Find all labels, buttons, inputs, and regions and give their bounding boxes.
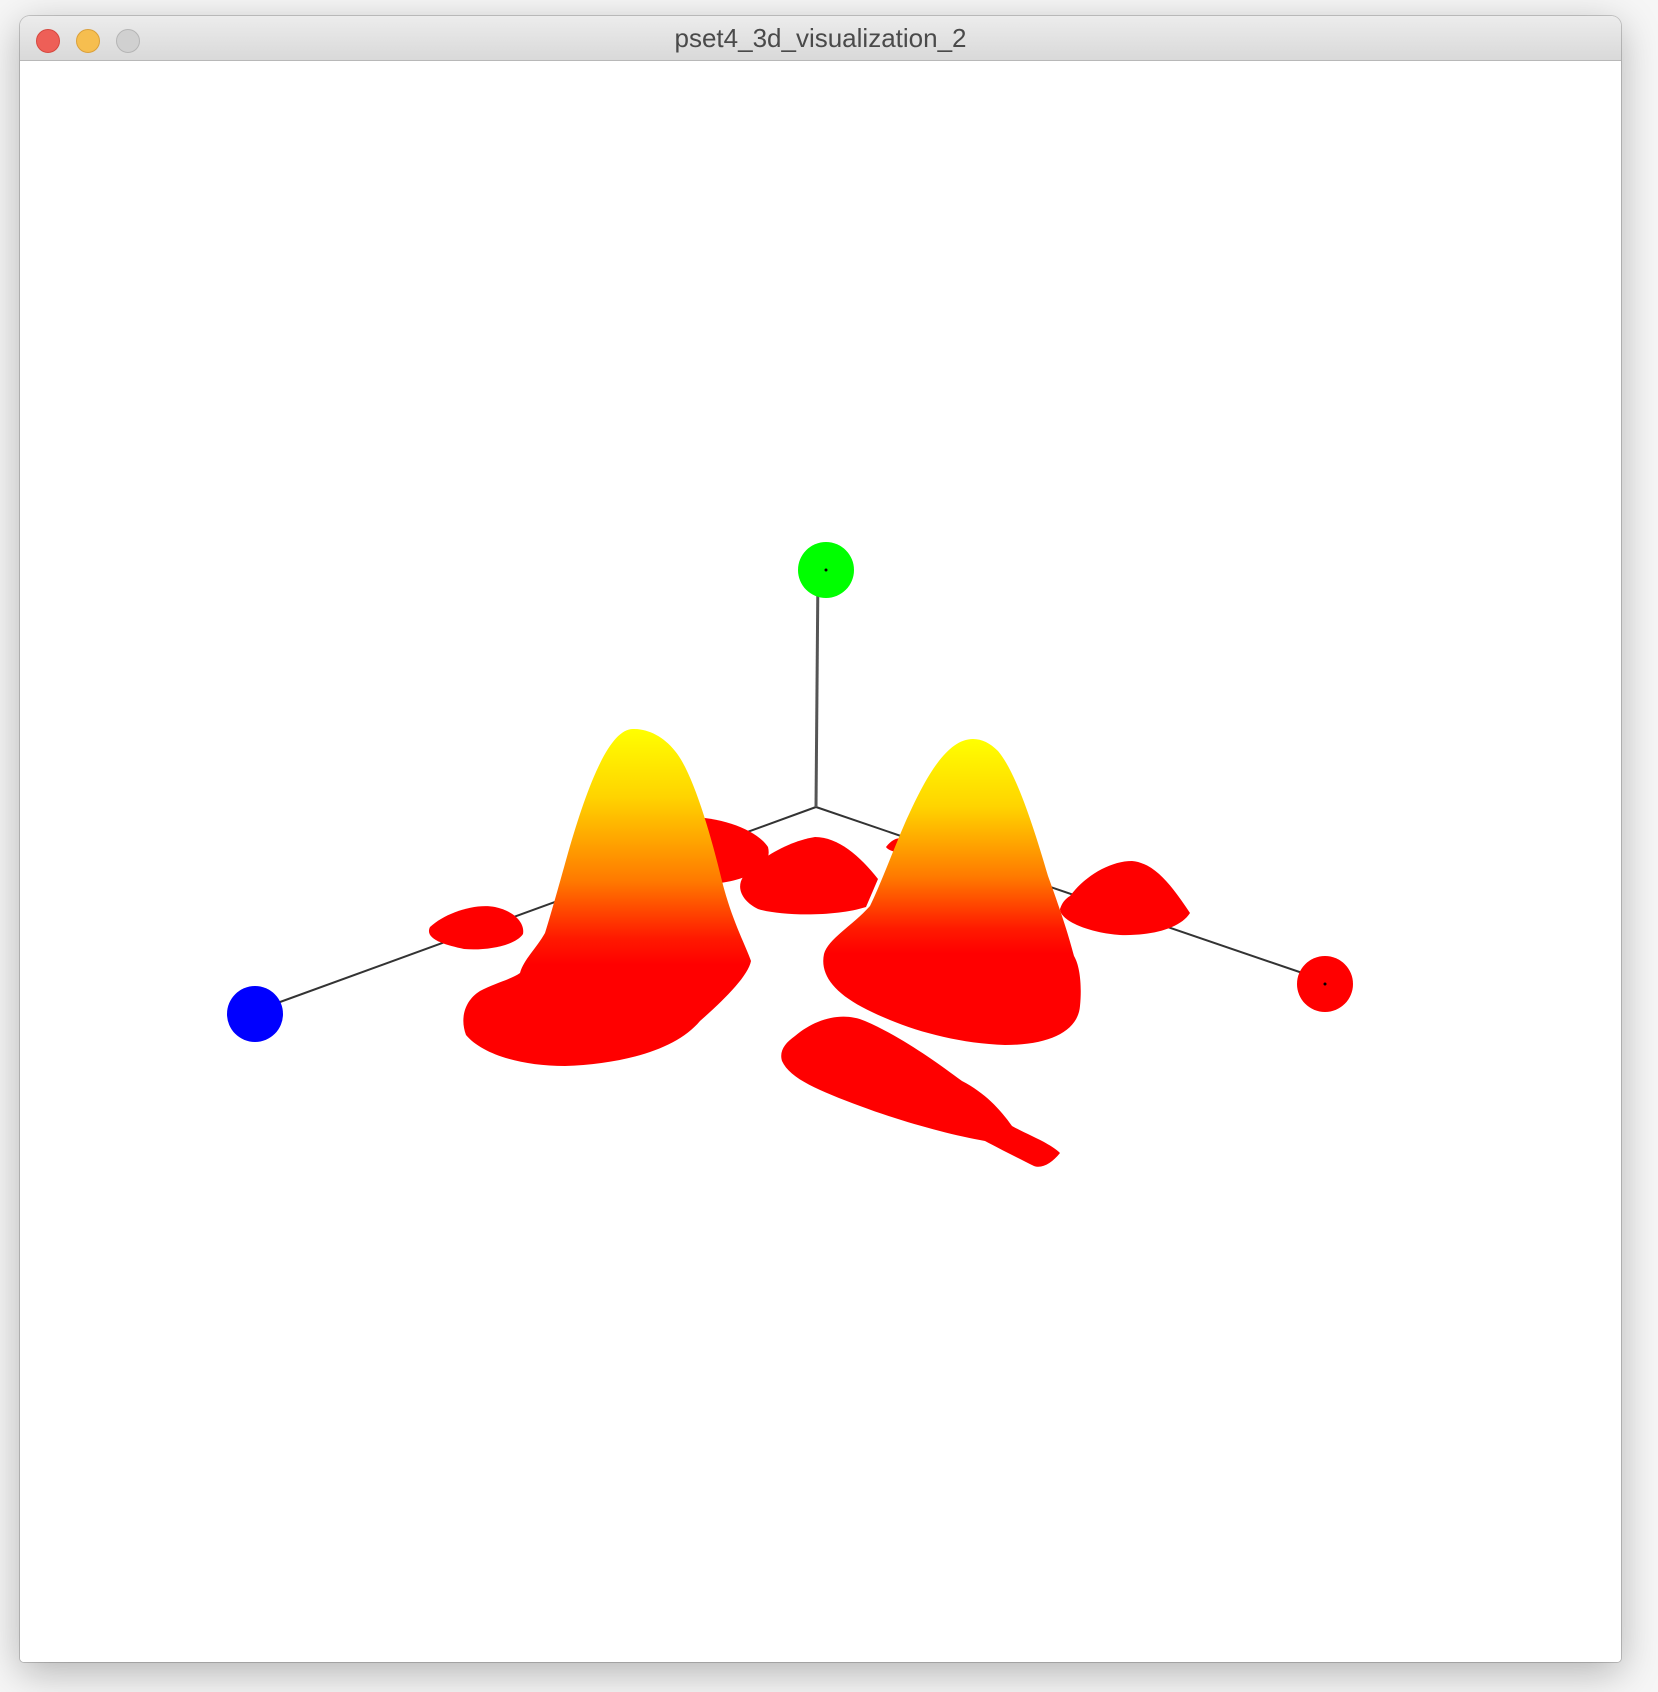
z-axis-marker[interactable] bbox=[227, 986, 283, 1042]
title-bar[interactable]: pset4_3d_visualization_2 bbox=[20, 16, 1621, 61]
window-title: pset4_3d_visualization_2 bbox=[674, 23, 967, 53]
left-peak-surface[interactable] bbox=[463, 729, 751, 1066]
y-axis-line bbox=[814, 567, 820, 808]
3d-scene[interactable] bbox=[20, 61, 1621, 1662]
surface-blob bbox=[1060, 861, 1190, 936]
3d-canvas[interactable] bbox=[20, 61, 1621, 1662]
app-window: pset4_3d_visualization_2 bbox=[20, 16, 1621, 1662]
x-axis-marker-center bbox=[1323, 982, 1327, 986]
y-axis-marker-center bbox=[824, 568, 828, 572]
surface-blob bbox=[428, 906, 524, 950]
